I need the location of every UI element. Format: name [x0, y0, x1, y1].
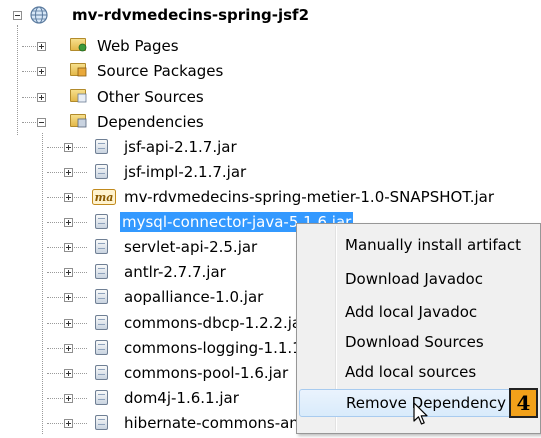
source-packages-label: Source Packages	[97, 62, 224, 80]
tree-row-source-packages[interactable]: Source Packages	[0, 61, 541, 86]
jar-label: commons-pool-1.6.jar	[124, 364, 289, 382]
jar-label: hibernate-commons-anno	[124, 414, 318, 432]
expand-toggle[interactable]	[37, 93, 46, 102]
tree-row-project[interactable]: mv-rdvmedecins-spring-jsf2	[0, 5, 541, 30]
step-number-badge: 4	[509, 388, 538, 418]
jar-label: dom4j-1.6.1.jar	[124, 389, 239, 407]
web-pages-label: Web Pages	[97, 37, 179, 55]
tree-row-other-sources[interactable]: Other Sources	[0, 87, 541, 112]
expand-toggle[interactable]	[64, 344, 73, 353]
expand-toggle[interactable]	[64, 268, 73, 277]
collapse-toggle[interactable]	[37, 118, 46, 127]
jar-icon	[95, 239, 108, 254]
expand-toggle[interactable]	[37, 67, 46, 76]
expand-toggle[interactable]	[64, 419, 73, 428]
jar-label: mv-rdvmedecins-spring-metier-1.0-SNAPSHO…	[124, 188, 494, 206]
expand-toggle[interactable]	[64, 394, 73, 403]
expand-toggle[interactable]	[64, 168, 73, 177]
jar-icon	[95, 289, 108, 304]
jar-label: commons-dbcp-1.2.2.jar	[124, 314, 308, 332]
expand-toggle[interactable]	[64, 218, 73, 227]
collapse-toggle[interactable]	[13, 11, 22, 20]
jar-label: jsf-impl-2.1.7.jar	[124, 163, 247, 181]
jar-icon	[95, 415, 108, 430]
other-sources-label: Other Sources	[97, 88, 204, 106]
menu-item-download-javadoc[interactable]: Download Javadoc	[299, 265, 538, 293]
expand-toggle[interactable]	[64, 193, 73, 202]
menu-item-add-local-javadoc[interactable]: Add local Javadoc	[299, 298, 538, 326]
source-packages-icon	[70, 63, 87, 77]
project-globe-icon	[30, 6, 48, 24]
tree-row-jar[interactable]: jsf-api-2.1.7.jar	[0, 137, 541, 162]
jar-icon	[95, 365, 108, 380]
svg-text:ma: ma	[95, 191, 114, 204]
jar-icon	[95, 214, 108, 229]
jar-icon	[95, 340, 108, 355]
tree-row-jar[interactable]: ma mv-rdvmedecins-spring-metier-1.0-SNAP…	[0, 187, 541, 212]
web-pages-folder-icon	[70, 38, 87, 52]
expand-toggle[interactable]	[64, 293, 73, 302]
jar-icon	[95, 139, 108, 154]
jar-label: commons-logging-1.1.1.ja	[124, 339, 320, 357]
expand-toggle[interactable]	[64, 319, 73, 328]
other-sources-icon	[70, 89, 87, 103]
expand-toggle[interactable]	[64, 243, 73, 252]
jar-icon	[95, 390, 108, 405]
project-name: mv-rdvmedecins-spring-jsf2	[72, 6, 310, 24]
jar-icon	[95, 264, 108, 279]
expand-toggle[interactable]	[37, 42, 46, 51]
tree-row-web-pages[interactable]: Web Pages	[0, 36, 541, 61]
dependencies-folder-icon	[70, 114, 87, 128]
tree-row-dependencies[interactable]: Dependencies	[0, 112, 541, 137]
maven-artifact-icon: ma	[92, 189, 116, 205]
expand-toggle[interactable]	[64, 143, 73, 152]
jar-label: antlr-2.7.7.jar	[124, 263, 226, 281]
dependencies-label: Dependencies	[97, 113, 204, 131]
mouse-cursor-icon	[413, 402, 428, 425]
jar-icon	[95, 315, 108, 330]
menu-item-add-local-sources[interactable]: Add local sources	[299, 358, 538, 386]
jar-icon	[95, 164, 108, 179]
menu-item-manually-install-artifact[interactable]: Manually install artifact	[299, 231, 538, 259]
menu-item-download-sources[interactable]: Download Sources	[299, 328, 538, 356]
jar-label: jsf-api-2.1.7.jar	[124, 138, 237, 156]
expand-toggle[interactable]	[64, 369, 73, 378]
jar-label: aopalliance-1.0.jar	[124, 288, 264, 306]
tree-row-jar[interactable]: jsf-impl-2.1.7.jar	[0, 162, 541, 187]
jar-label: servlet-api-2.5.jar	[124, 238, 258, 256]
